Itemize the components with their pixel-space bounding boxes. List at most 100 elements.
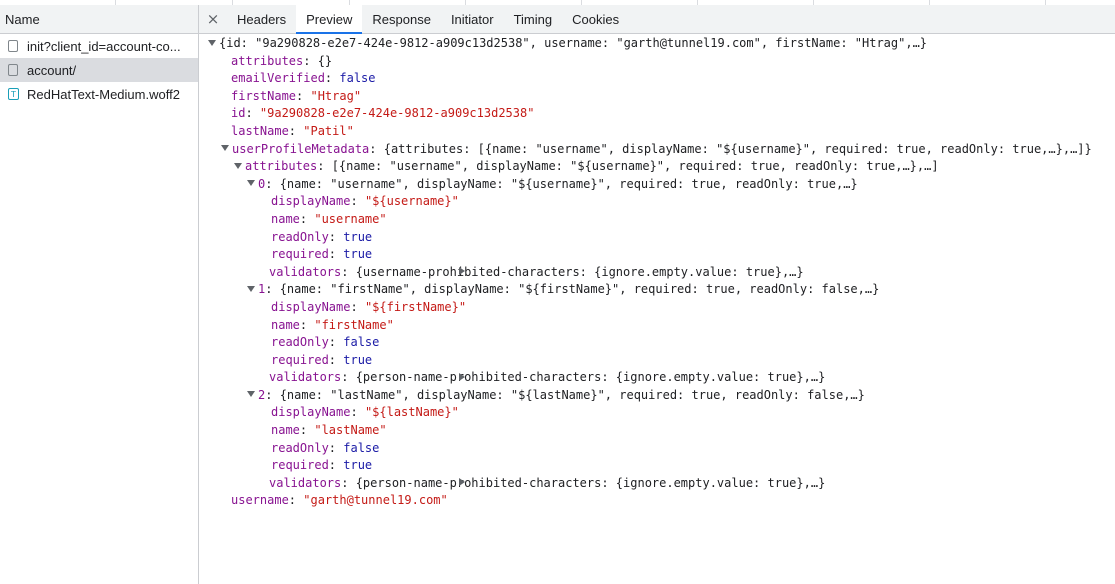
property-value: true bbox=[343, 458, 373, 473]
root-summary: {id: "9a290828-e2e7-424e-9812-a909c13d25… bbox=[219, 36, 928, 50]
tree-node-userprofilemetadata[interactable]: userProfileMetadata: {attributes: [{name… bbox=[199, 141, 1115, 159]
property-key: firstName bbox=[231, 88, 297, 103]
property-key: readOnly bbox=[271, 335, 329, 350]
tree-row-name: name: "username" bbox=[271, 211, 387, 226]
details-tabbar: × Headers Preview Response Initiator Tim… bbox=[199, 5, 1115, 34]
tree-node-validators[interactable]: validators: {person-name-prohibited-char… bbox=[199, 475, 1115, 493]
property-value: "firstName" bbox=[314, 317, 394, 332]
expand-triangle-icon[interactable] bbox=[234, 162, 242, 169]
request-item-account[interactable]: account/ bbox=[0, 58, 198, 82]
property-summary: {person-name-prohibited-characters: {ign… bbox=[355, 475, 826, 490]
tree-row-lastname: lastName: "Patil" bbox=[231, 123, 354, 138]
property-summary: [{name: "username", displayName: "${user… bbox=[331, 159, 939, 174]
tree-row-id: id: "9a290828-e2e7-424e-9812-a909c13d253… bbox=[231, 106, 535, 121]
tree-row-readonly: readOnly: false bbox=[271, 440, 380, 455]
request-item-init[interactable]: init?client_id=account-co... bbox=[0, 34, 198, 58]
property-key: lastName bbox=[231, 123, 289, 138]
property-key: name bbox=[271, 211, 300, 226]
property-key: required bbox=[271, 247, 329, 262]
property-key: userProfileMetadata bbox=[232, 141, 370, 156]
tree-node-attributes-array[interactable]: attributes: [{name: "username", displayN… bbox=[199, 158, 1115, 176]
property-summary: {name: "lastName", displayName: "${lastN… bbox=[279, 387, 865, 402]
tree-row-username: username: "garth@tunnel19.com" bbox=[231, 493, 448, 508]
expand-triangle-icon[interactable] bbox=[221, 145, 229, 152]
tree-row-displayname: displayName: "${firstName}" bbox=[271, 299, 467, 314]
collapse-triangle-icon[interactable] bbox=[459, 478, 465, 487]
tree-row-emailverified: emailVerified: false bbox=[231, 71, 376, 86]
tree-node-item-2[interactable]: 2: {name: "lastName", displayName: "${la… bbox=[199, 387, 1115, 405]
property-summary: {username-prohibited-characters: {ignore… bbox=[355, 264, 804, 279]
expand-triangle-icon[interactable] bbox=[208, 39, 216, 46]
property-key: name bbox=[271, 423, 300, 438]
property-value: false bbox=[343, 335, 380, 350]
property-key: displayName bbox=[271, 299, 351, 314]
tab-cookies[interactable]: Cookies bbox=[562, 5, 629, 33]
property-key: required bbox=[271, 352, 329, 367]
property-value: false bbox=[343, 440, 380, 455]
document-icon bbox=[8, 64, 18, 76]
property-summary: {person-name-prohibited-characters: {ign… bbox=[355, 370, 826, 385]
property-value: "${firstName}" bbox=[364, 299, 467, 314]
tab-initiator[interactable]: Initiator bbox=[441, 5, 504, 33]
expand-triangle-icon[interactable] bbox=[247, 391, 255, 398]
property-value: true bbox=[343, 352, 373, 367]
tab-response[interactable]: Response bbox=[362, 5, 441, 33]
property-summary: {attributes: [{name: "username", display… bbox=[383, 141, 1092, 156]
property-value: "9a290828-e2e7-424e-9812-a909c13d2538" bbox=[259, 106, 535, 121]
property-key: displayName bbox=[271, 405, 351, 420]
property-key: attributes bbox=[231, 53, 304, 68]
property-key: validators bbox=[269, 370, 342, 385]
tab-preview[interactable]: Preview bbox=[296, 5, 363, 34]
tree-node-item-1[interactable]: 1: {name: "firstName", displayName: "${f… bbox=[199, 281, 1115, 299]
property-value: "Patil" bbox=[303, 123, 354, 138]
property-value: true bbox=[343, 229, 373, 244]
request-label: RedHatText-Medium.woff2 bbox=[27, 86, 180, 102]
tree-node-validators[interactable]: validators: {username-prohibited-charact… bbox=[199, 264, 1115, 282]
request-item-font[interactable]: T RedHatText-Medium.woff2 bbox=[0, 82, 198, 106]
tree-row-name: name: "firstName" bbox=[271, 317, 394, 332]
tree-node-validators[interactable]: validators: {person-name-prohibited-char… bbox=[199, 369, 1115, 387]
name-column-header[interactable]: Name bbox=[0, 5, 198, 34]
expand-triangle-icon[interactable] bbox=[247, 180, 255, 187]
request-label: account/ bbox=[27, 62, 77, 78]
property-key: emailVerified bbox=[231, 71, 325, 86]
tree-row-required: required: true bbox=[271, 458, 373, 473]
tree-row-required: required: true bbox=[271, 247, 373, 262]
tree-node-item-0[interactable]: 0: {name: "username", displayName: "${us… bbox=[199, 176, 1115, 194]
tree-row-displayname: displayName: "${lastName}" bbox=[271, 405, 459, 420]
property-value: true bbox=[343, 247, 373, 262]
property-key: attributes bbox=[245, 159, 318, 174]
tree-row-firstname: firstName: "Htrag" bbox=[231, 88, 362, 103]
expand-triangle-icon[interactable] bbox=[247, 285, 255, 292]
collapse-triangle-icon[interactable] bbox=[459, 267, 465, 276]
tab-timing[interactable]: Timing bbox=[504, 5, 563, 33]
property-summary: {name: "firstName", displayName: "${firs… bbox=[279, 282, 880, 297]
property-key: name bbox=[271, 317, 300, 332]
tab-headers[interactable]: Headers bbox=[227, 5, 296, 33]
property-key: readOnly bbox=[271, 440, 329, 455]
property-key: id bbox=[231, 106, 246, 121]
tree-row-displayname: displayName: "${username}" bbox=[271, 194, 459, 209]
property-value: "${username}" bbox=[364, 194, 459, 209]
details-pane: × Headers Preview Response Initiator Tim… bbox=[199, 5, 1115, 584]
request-label: init?client_id=account-co... bbox=[27, 38, 181, 54]
property-key: username bbox=[231, 493, 289, 508]
json-preview-tree: {id: "9a290828-e2e7-424e-9812-a909c13d25… bbox=[199, 35, 1115, 510]
tree-row-readonly: readOnly: true bbox=[271, 229, 373, 244]
tree-row-required: required: true bbox=[271, 352, 373, 367]
request-list-pane: Name init?client_id=account-co... accoun… bbox=[0, 5, 199, 584]
property-value: "garth@tunnel19.com" bbox=[303, 493, 448, 508]
collapse-triangle-icon[interactable] bbox=[459, 372, 465, 381]
tree-row-readonly: readOnly: false bbox=[271, 335, 380, 350]
tree-row-attributes: attributes: {} bbox=[231, 53, 333, 68]
document-icon bbox=[8, 40, 18, 52]
property-value: "${lastName}" bbox=[364, 405, 459, 420]
property-value: "Htrag" bbox=[310, 88, 362, 103]
property-key: readOnly bbox=[271, 229, 329, 244]
tree-root[interactable]: {id: "9a290828-e2e7-424e-9812-a909c13d25… bbox=[199, 35, 1115, 53]
property-key: required bbox=[271, 458, 329, 473]
tree-row-name: name: "lastName" bbox=[271, 423, 387, 438]
property-value: {} bbox=[317, 53, 333, 68]
property-value: "lastName" bbox=[314, 423, 387, 438]
close-icon[interactable]: × bbox=[199, 5, 227, 33]
